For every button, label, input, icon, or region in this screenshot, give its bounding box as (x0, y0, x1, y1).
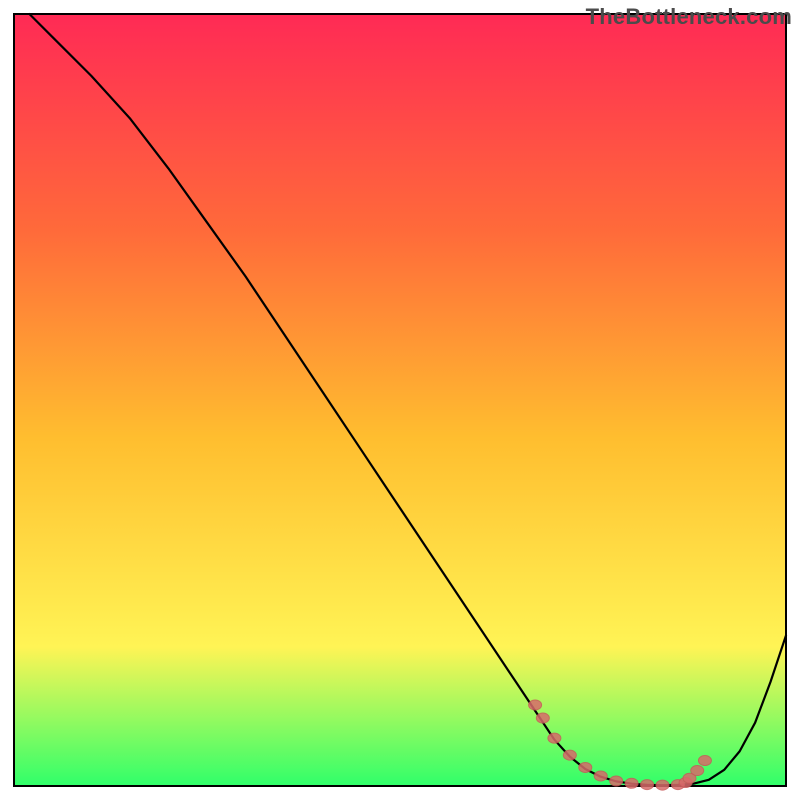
gradient-background (14, 14, 786, 786)
sweet-spot-marker (641, 780, 654, 790)
sweet-spot-marker (625, 778, 638, 788)
sweet-spot-marker (529, 700, 542, 710)
sweet-spot-marker (610, 776, 623, 786)
plot-svg (0, 0, 800, 800)
watermark-text: TheBottleneck.com (586, 4, 792, 30)
sweet-spot-marker (563, 750, 576, 760)
sweet-spot-marker (548, 733, 561, 743)
bottleneck-chart: TheBottleneck.com (0, 0, 800, 800)
sweet-spot-marker (594, 771, 607, 781)
sweet-spot-marker (579, 762, 592, 772)
sweet-spot-marker (698, 756, 711, 766)
sweet-spot-marker (656, 780, 669, 790)
sweet-spot-marker (691, 766, 704, 776)
sweet-spot-marker (536, 713, 549, 723)
